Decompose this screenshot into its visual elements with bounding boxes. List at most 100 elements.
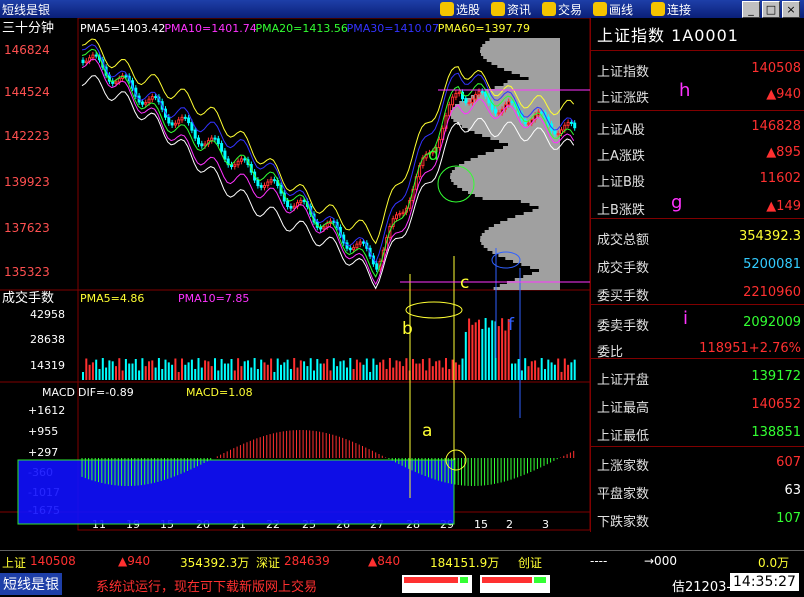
volume-bar	[233, 370, 236, 380]
panel-row-value: 5200081	[743, 257, 801, 272]
panel-row-value: 118951+2.76%	[699, 341, 801, 356]
volume-profile-bar	[480, 236, 560, 239]
scroll-message: 系统试运行，现在可下载新版网上交易	[96, 580, 318, 595]
volume-profile-bar	[453, 182, 560, 185]
toolbar-icon	[440, 2, 454, 16]
kline-chart[interactable]: 三十分钟 PMA5=1403.42 PMA10=1401.74 PMA20=1413.…	[0, 17, 591, 532]
volume-bar	[369, 371, 372, 380]
volume-profile-bar	[507, 80, 560, 83]
volume-bar	[220, 358, 223, 380]
maximize-button[interactable]: □	[762, 1, 780, 18]
volume-profile-bar	[477, 155, 560, 158]
volume-bar	[514, 363, 517, 380]
panel-separator	[591, 304, 804, 305]
volume-title: 成交手数	[2, 290, 54, 306]
panel-row-value: 63	[784, 483, 801, 498]
volume-bar	[98, 368, 101, 380]
candle-body	[84, 60, 88, 64]
volume-bar	[91, 362, 94, 380]
volume-bar	[392, 367, 395, 380]
volume-profile-bar	[498, 254, 560, 257]
candle-body	[540, 111, 544, 114]
volume-profile-bar	[523, 275, 560, 278]
x-tick: 3	[542, 518, 549, 531]
candle-body	[454, 92, 458, 98]
volume-profile-bar	[450, 176, 560, 179]
volume-bar	[82, 372, 84, 380]
candle-body	[167, 116, 171, 124]
volume-bar	[214, 358, 216, 380]
panel-separator	[591, 218, 804, 219]
volume-profile-bar	[482, 197, 560, 200]
panel-row-value: 2210960	[743, 285, 801, 300]
volume-bar	[240, 366, 243, 380]
volume-profile-bar	[529, 203, 560, 206]
candle-body	[216, 138, 220, 145]
volume-bar	[372, 358, 375, 380]
volume-bar	[435, 361, 438, 380]
toolbar-item[interactable]: 画线	[593, 0, 633, 18]
candle-body	[569, 121, 573, 124]
volume-bar	[95, 359, 98, 380]
volume-profile-bar	[493, 224, 560, 227]
toolbar-icon	[491, 2, 505, 16]
volume-profile-bar	[519, 74, 560, 77]
ma-label: PMA5=1403.42	[80, 22, 165, 35]
volume-bar	[385, 368, 388, 380]
toolbar-item[interactable]: 选股	[440, 0, 480, 18]
volume-bar	[322, 363, 325, 380]
volume-bar	[497, 326, 500, 380]
macd-label: MACD=1.08	[186, 386, 253, 399]
volume-profile-bar	[487, 248, 560, 251]
volume-bar	[484, 318, 487, 380]
price-tick: 135323	[4, 265, 50, 279]
volume-bar	[461, 358, 464, 380]
panel-row-value: 139172	[751, 369, 801, 384]
candle-body	[272, 179, 276, 182]
volume-profile-bar	[489, 38, 560, 41]
volume-bar	[190, 359, 193, 380]
panel-row: 上证B股 11602	[591, 166, 804, 192]
volume-bar	[256, 369, 259, 380]
volume-bar	[247, 360, 249, 380]
panel-row-value: 107	[776, 511, 801, 526]
candle-body	[177, 119, 181, 124]
panel-row: 下跌家数 107	[591, 506, 804, 532]
volume-bar	[405, 358, 408, 380]
volume-bar	[382, 359, 385, 380]
annotation-label: a	[422, 421, 432, 441]
toolbar-item[interactable]: 连接	[651, 0, 691, 18]
toolbar-item[interactable]: 资讯	[491, 0, 531, 18]
candle-body	[144, 102, 148, 105]
bottom-app-label[interactable]: 短线是银	[0, 573, 62, 595]
toolbar-icon	[542, 2, 556, 16]
volume-bar	[171, 364, 174, 380]
candle-body	[527, 122, 530, 125]
panel-row-value: 607	[776, 455, 801, 470]
toolbar-item[interactable]: 交易	[542, 0, 582, 18]
volume-bar	[487, 327, 490, 380]
volume-bar	[553, 364, 556, 380]
candle-body	[193, 129, 197, 139]
candle-body	[150, 96, 154, 100]
volume-bar	[431, 366, 434, 380]
volume-bar	[550, 362, 553, 380]
minimize-button[interactable]: _	[742, 1, 760, 18]
volume-bar	[306, 366, 309, 380]
candle-body	[286, 200, 290, 207]
close-button[interactable]: ×	[782, 1, 800, 18]
volume-profile-bar	[486, 59, 560, 62]
volume-bar	[421, 359, 424, 380]
chart-canvas[interactable]: 三十分钟 PMA5=1403.42 PMA10=1401.74PMA20=1413.…	[0, 17, 591, 532]
volume-profile-bar	[483, 56, 560, 59]
panel-row-value: 354392.3	[738, 229, 801, 244]
volume-bar	[174, 358, 177, 380]
sh-amount: 354392.3万	[180, 556, 250, 570]
volume-profile-bar	[521, 263, 560, 266]
panel-row-value: 146828	[751, 119, 801, 134]
candle-body	[457, 91, 461, 94]
panel-row-label: 委买手数	[597, 289, 650, 304]
panel-row: 上B涨跌 ▲149	[591, 194, 804, 220]
volume-bar	[101, 358, 104, 380]
candle-body	[223, 150, 227, 160]
